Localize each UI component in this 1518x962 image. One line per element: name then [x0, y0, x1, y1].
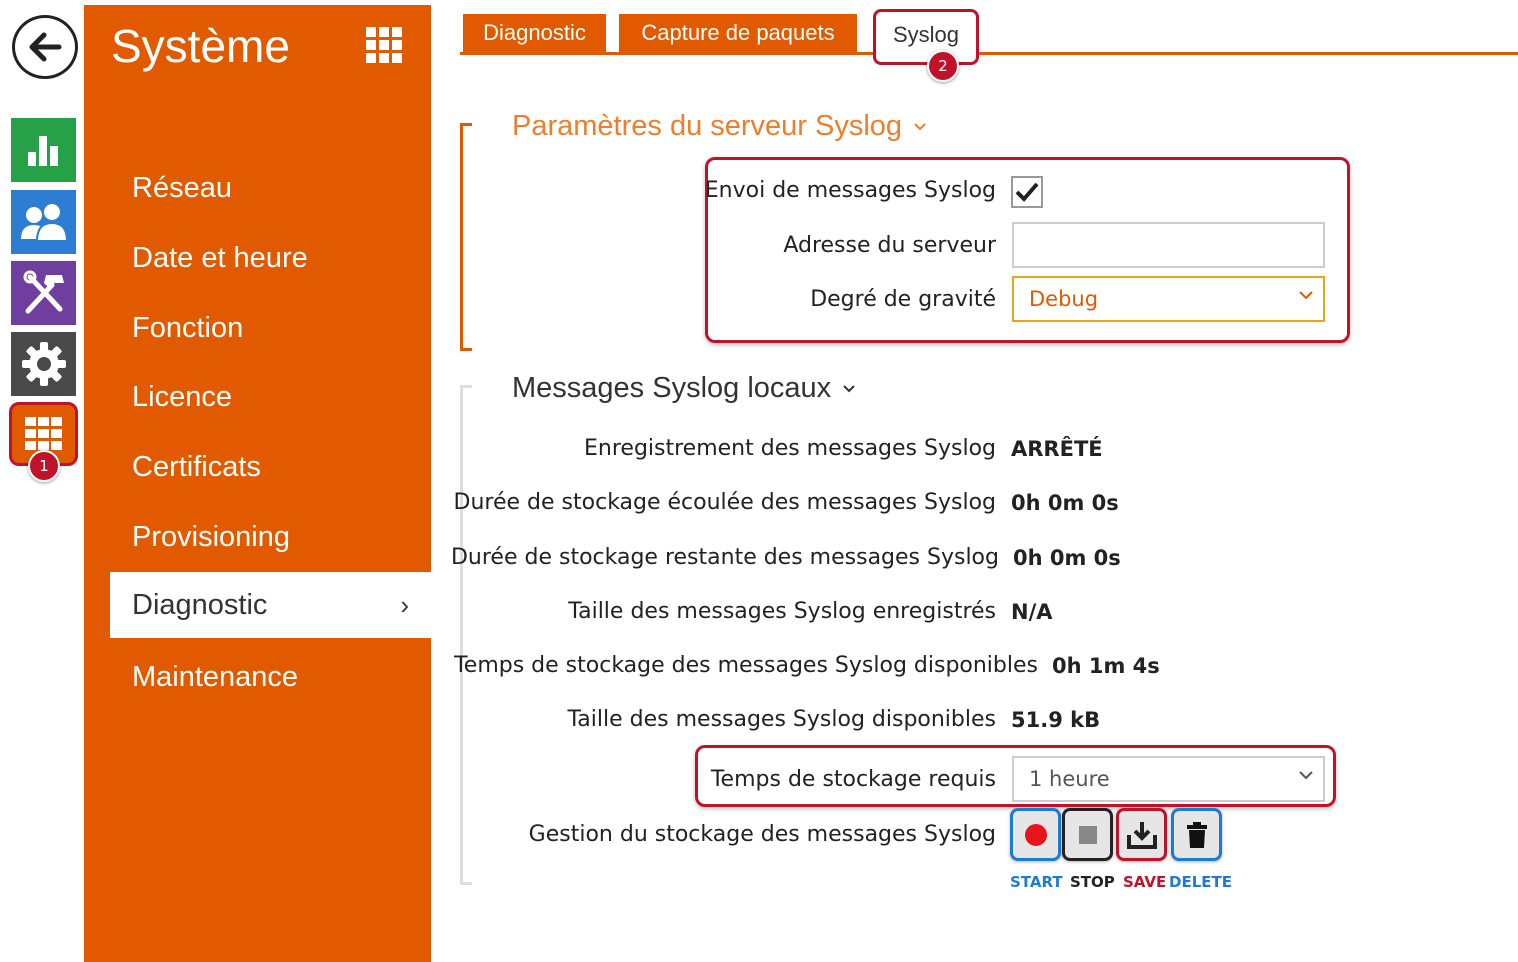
- tab-syslog[interactable]: Syslog: [873, 9, 979, 65]
- severity-label: Degré de gravité: [810, 287, 996, 312]
- arrow-left-icon: [29, 32, 62, 62]
- send-syslog-checkbox[interactable]: [1011, 176, 1043, 208]
- sidebar-item-fonction[interactable]: Fonction: [110, 295, 431, 361]
- tools-icon: [23, 270, 64, 314]
- gear-icon: [21, 342, 66, 386]
- recorded-size-label: Taille des messages Syslog enregistrés: [568, 599, 996, 624]
- grid-icon[interactable]: [366, 27, 402, 63]
- start-label: START: [1010, 873, 1063, 891]
- recorded-size-value: N/A: [1011, 600, 1053, 624]
- server-address-label: Adresse du serveur: [783, 233, 996, 258]
- checkmark-icon: [1015, 182, 1039, 202]
- severity-select[interactable]: Debug: [1012, 276, 1325, 322]
- tab-diagnostic[interactable]: Diagnostic: [463, 14, 606, 52]
- section-bracket: [460, 385, 472, 885]
- trash-icon: [1186, 821, 1207, 848]
- chevron-down-icon: [914, 122, 926, 130]
- delete-label: DELETE: [1169, 873, 1232, 891]
- sidebar-item-reseau[interactable]: Réseau: [110, 155, 431, 221]
- download-icon: [1126, 821, 1157, 849]
- sidebar-item-certificats[interactable]: Certificats: [110, 434, 431, 500]
- step-badge-1: 1: [28, 450, 60, 482]
- send-syslog-label: Envoi de messages Syslog: [704, 178, 996, 203]
- sidebar-item-maintenance[interactable]: Maintenance: [110, 644, 431, 710]
- stop-label: STOP: [1070, 873, 1115, 891]
- available-size-value: 51.9 kB: [1011, 708, 1101, 732]
- required-time-value: 1 heure: [1029, 767, 1110, 791]
- users-icon: [20, 202, 68, 242]
- bar-chart-icon: [27, 136, 58, 166]
- sidebar-item-licence[interactable]: Licence: [110, 364, 431, 430]
- remaining-time-label: Durée de stockage restante des messages …: [450, 545, 999, 570]
- storage-management-label: Gestion du stockage des messages Syslog: [528, 822, 996, 847]
- recording-value: ARRÊTÉ: [1011, 437, 1103, 461]
- save-label: SAVE: [1123, 873, 1167, 891]
- back-button[interactable]: [12, 15, 78, 79]
- elapsed-time-value: 0h 0m 0s: [1011, 491, 1119, 515]
- step-badge-2: 2: [927, 50, 959, 82]
- chevron-down-icon: [1299, 771, 1313, 780]
- sidebar-item-provisioning[interactable]: Provisioning: [110, 504, 431, 570]
- grid-icon: [24, 417, 62, 450]
- local-section-title[interactable]: Messages Syslog locaux: [512, 372, 855, 405]
- server-section-title[interactable]: Paramètres du serveur Syslog: [512, 110, 926, 143]
- section-bracket: [460, 123, 472, 351]
- rail-item-hardware[interactable]: [11, 261, 76, 325]
- rail-item-directory[interactable]: [11, 190, 76, 254]
- required-time-select[interactable]: 1 heure: [1012, 756, 1325, 802]
- delete-recording-button[interactable]: [1171, 808, 1222, 861]
- section-title-text: Messages Syslog locaux: [512, 372, 832, 404]
- required-time-label: Temps de stockage requis: [710, 767, 996, 792]
- rail-item-services[interactable]: [11, 332, 76, 396]
- sidebar-item-label: Diagnostic: [132, 588, 268, 621]
- available-time-label: Temps de stockage des messages Syslog di…: [454, 653, 1038, 678]
- server-address-input[interactable]: [1012, 222, 1325, 268]
- sidebar-item-date-heure[interactable]: Date et heure: [110, 225, 431, 291]
- sidebar-title: Système: [111, 20, 290, 72]
- start-recording-button[interactable]: [1010, 808, 1061, 861]
- chevron-down-icon: [1299, 291, 1313, 300]
- rail-item-status[interactable]: [11, 118, 76, 182]
- recording-label: Enregistrement des messages Syslog: [584, 436, 996, 461]
- icon-rail: 1: [0, 0, 84, 962]
- chevron-right-icon: ›: [400, 590, 409, 620]
- section-title-text: Paramètres du serveur Syslog: [512, 110, 903, 142]
- elapsed-time-label: Durée de stockage écoulée des messages S…: [453, 490, 996, 515]
- record-icon: [1024, 823, 1047, 846]
- severity-value: Debug: [1029, 287, 1099, 311]
- available-size-label: Taille des messages Syslog disponibles: [567, 707, 997, 732]
- available-time-value: 0h 1m 4s: [1052, 654, 1160, 678]
- stop-recording-button[interactable]: [1062, 808, 1113, 861]
- remaining-time-value: 0h 0m 0s: [1013, 546, 1121, 570]
- tab-underline: [460, 52, 1518, 55]
- chevron-down-icon: [843, 384, 855, 392]
- sidebar: Système Réseau Date et heure Fonction Li…: [84, 5, 431, 962]
- save-recording-button[interactable]: [1116, 808, 1167, 861]
- tab-capture-paquets[interactable]: Capture de paquets: [619, 14, 857, 52]
- stop-icon: [1078, 825, 1097, 844]
- sidebar-item-diagnostic[interactable]: Diagnostic ›: [110, 572, 431, 638]
